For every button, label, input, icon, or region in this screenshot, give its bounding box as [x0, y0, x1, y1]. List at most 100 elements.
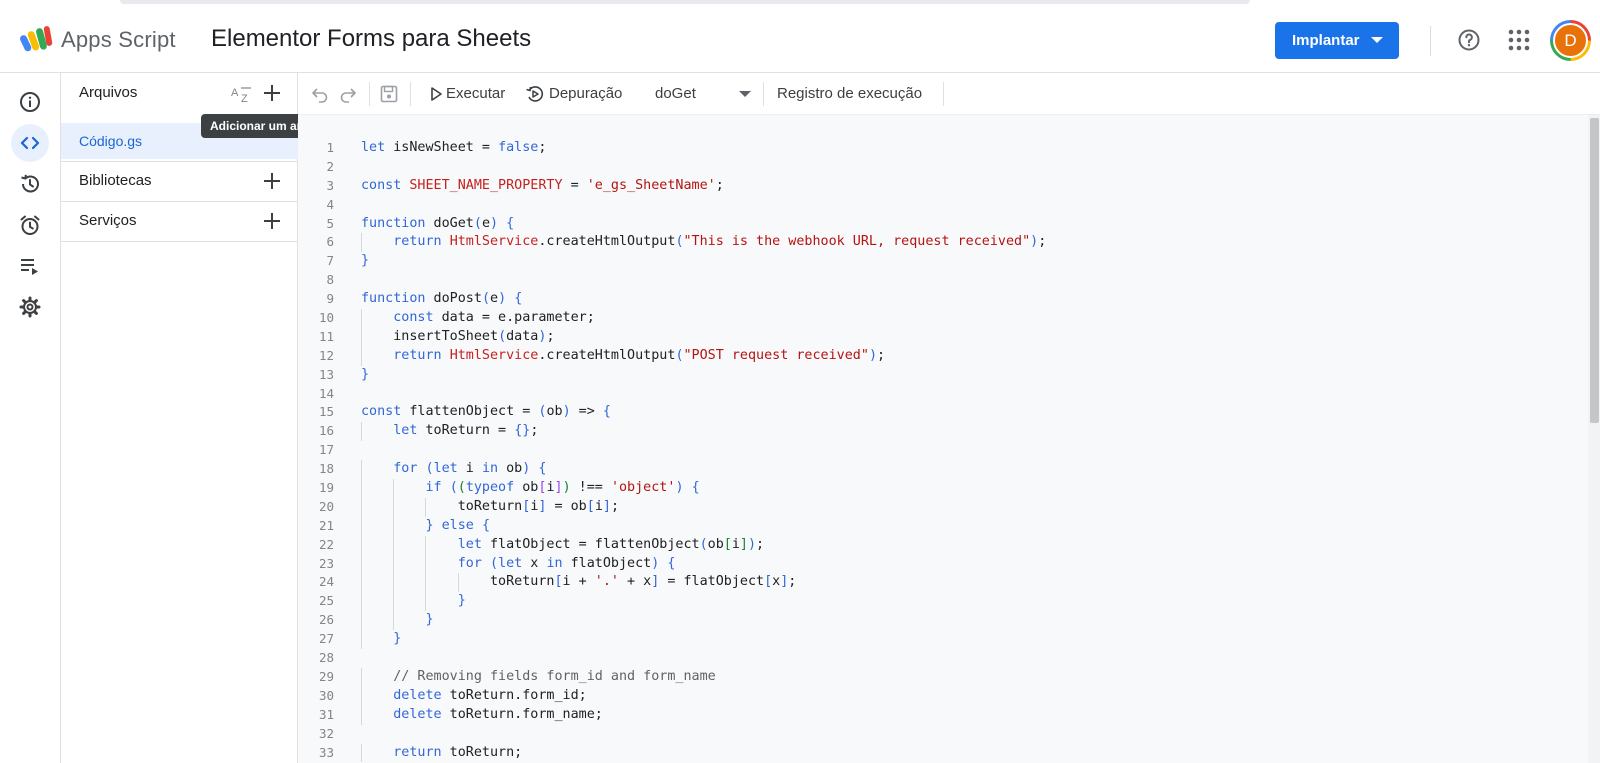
run-button[interactable]: Executar — [446, 85, 505, 102]
add-file-icon[interactable] — [261, 82, 283, 104]
rail-triggers-button[interactable] — [11, 206, 49, 244]
line-number: 3 — [326, 177, 334, 193]
code-line[interactable]: 23 for (let x in flatObject) { — [298, 554, 1588, 574]
line-number: 9 — [326, 291, 334, 307]
code-line[interactable]: 17 — [298, 441, 1588, 460]
code-editor[interactable]: 1 let isNewSheet = false; 2 3 const SHEET_NA… — [298, 115, 1588, 763]
sort-az-icon[interactable]: A Z — [231, 84, 255, 104]
avatar: D — [1553, 23, 1588, 58]
code-line[interactable]: 8 — [298, 271, 1588, 290]
code-text: } — [457, 593, 466, 609]
toolbar-separator — [410, 82, 411, 106]
top-header: Apps Script Elementor Forms para Sheets … — [0, 0, 1600, 73]
code-line[interactable]: 31 delete toReturn.form_name; — [298, 705, 1588, 725]
line-number: 14 — [318, 385, 334, 401]
code-line[interactable]: 1 let isNewSheet = false; — [298, 139, 1588, 158]
rail-executions-button[interactable] — [11, 247, 49, 285]
code-line[interactable]: 7} — [298, 252, 1588, 271]
add-service-icon[interactable] — [261, 210, 283, 232]
run-icon[interactable] — [426, 84, 446, 104]
editor-scrollbar-thumb[interactable] — [1590, 118, 1599, 423]
code-line[interactable]: 24 toReturn[i + '.' + x] = flatObject[x]… — [298, 573, 1588, 593]
code-line[interactable]: 10 const data = e.parameter; — [298, 309, 1588, 328]
code-line[interactable]: 19 if ((typeof ob[i]) !== 'object') { — [298, 479, 1588, 498]
code-line[interactable]: 18 for (let i in ob) { — [298, 460, 1588, 480]
line-number: 12 — [318, 347, 334, 363]
undo-icon[interactable] — [310, 84, 330, 104]
execution-log-button[interactable]: Registro de execução — [777, 85, 922, 102]
code-text: const data = e.parameter; — [393, 310, 595, 326]
code-text: let toReturn = {}; — [393, 423, 539, 439]
toolbar-separator — [943, 82, 944, 106]
function-select-value: doGet — [655, 85, 696, 102]
line-number: 23 — [318, 555, 334, 571]
code-line[interactable]: 21 } else { — [298, 516, 1588, 536]
line-number: 13 — [318, 366, 334, 382]
code-text: const flattenObject = (ob) => { — [361, 404, 611, 420]
code-text: let isNewSheet = false; — [361, 140, 547, 155]
code-line[interactable]: 5 function doGet(e) { — [298, 215, 1588, 234]
code-line[interactable]: 29 // Removing fields form_id and form_n… — [298, 667, 1588, 687]
rail-overview-button[interactable] — [11, 83, 49, 121]
code-line[interactable]: 11 insertToSheet(data); — [298, 327, 1588, 347]
apps-grid-icon[interactable] — [1508, 29, 1530, 51]
line-number: 28 — [318, 650, 334, 666]
code-text: } — [425, 612, 434, 628]
file-name: Código.gs — [79, 133, 143, 149]
code-line[interactable]: 22 let flatObject = flattenObject(ob[i])… — [298, 535, 1588, 555]
code-line[interactable]: 2 — [298, 158, 1588, 177]
code-text: } — [393, 631, 402, 647]
code-line[interactable]: 15 const flattenObject = (ob) => { — [298, 403, 1588, 422]
code-line[interactable]: 33 return toReturn; — [298, 743, 1588, 763]
line-number: 8 — [326, 272, 334, 288]
code-line[interactable]: 3 const SHEET_NAME_PROPERTY = 'e_gs_Sheet… — [298, 177, 1588, 196]
add-library-icon[interactable] — [261, 170, 283, 192]
code-line[interactable]: 20 toReturn[i] = ob[i]; — [298, 497, 1588, 517]
libraries-row: Bibliotecas — [61, 161, 298, 201]
rail-settings-button[interactable] — [11, 288, 49, 326]
panel-divider — [61, 241, 298, 242]
files-header: Arquivos A Z — [61, 73, 298, 113]
code-line[interactable]: 28 — [298, 649, 1588, 668]
code-text: const SHEET_NAME_PROPERTY = 'e_gs_SheetN… — [361, 177, 724, 193]
browser-edge — [120, 0, 1250, 4]
code-line[interactable]: 9 function doPost(e) { — [298, 290, 1588, 309]
line-number: 17 — [318, 442, 334, 458]
code-line[interactable]: 14 — [298, 385, 1588, 404]
code-text: return HtmlService.createHtmlOutput("Thi… — [393, 234, 1047, 250]
code-text: toReturn[i + '.' + x] = flatObject[x]; — [361, 574, 797, 590]
line-number: 7 — [326, 253, 334, 269]
function-select[interactable]: doGet — [655, 85, 751, 105]
debug-icon[interactable] — [525, 84, 545, 104]
code-line[interactable]: 6 return HtmlService.createHtmlOutput("T… — [298, 233, 1588, 253]
line-number: 10 — [318, 310, 334, 326]
help-icon[interactable] — [1457, 28, 1481, 52]
rail-editor-button[interactable] — [11, 124, 49, 162]
code-text: } else { — [425, 517, 491, 533]
app-name[interactable]: Apps Script — [61, 27, 176, 53]
line-number: 21 — [318, 517, 334, 533]
deploy-button[interactable]: Implantar — [1275, 22, 1399, 59]
debug-button[interactable]: Depuração — [549, 85, 622, 102]
code-text: function doPost(e) { — [361, 291, 523, 307]
code-line[interactable]: 4 — [298, 196, 1588, 215]
save-icon[interactable] — [379, 84, 399, 104]
editor-toolbar: Executar Depuração doGet Registro de exe… — [298, 73, 1600, 115]
project-title[interactable]: Elementor Forms para Sheets — [211, 25, 531, 53]
code-line[interactable]: 32 — [298, 725, 1588, 744]
code-line[interactable]: 16 let toReturn = {}; — [298, 422, 1588, 442]
line-number: 4 — [326, 196, 334, 212]
line-number: 33 — [318, 744, 334, 760]
code-line[interactable]: 26 } — [298, 611, 1588, 631]
code-line[interactable]: 13} — [298, 366, 1588, 385]
files-label: Arquivos — [79, 84, 138, 101]
account-avatar-ring[interactable]: D — [1550, 20, 1591, 61]
info-icon — [20, 92, 40, 112]
code-line[interactable]: 25 } — [298, 592, 1588, 612]
rail-history-button[interactable] — [11, 165, 49, 203]
code-line[interactable]: 12 return HtmlService.createHtmlOutput("… — [298, 346, 1588, 366]
redo-icon[interactable] — [338, 84, 358, 104]
code-line[interactable]: 30 delete toReturn.form_id; — [298, 686, 1588, 706]
line-number: 25 — [318, 593, 334, 609]
code-line[interactable]: 27 } — [298, 630, 1588, 650]
